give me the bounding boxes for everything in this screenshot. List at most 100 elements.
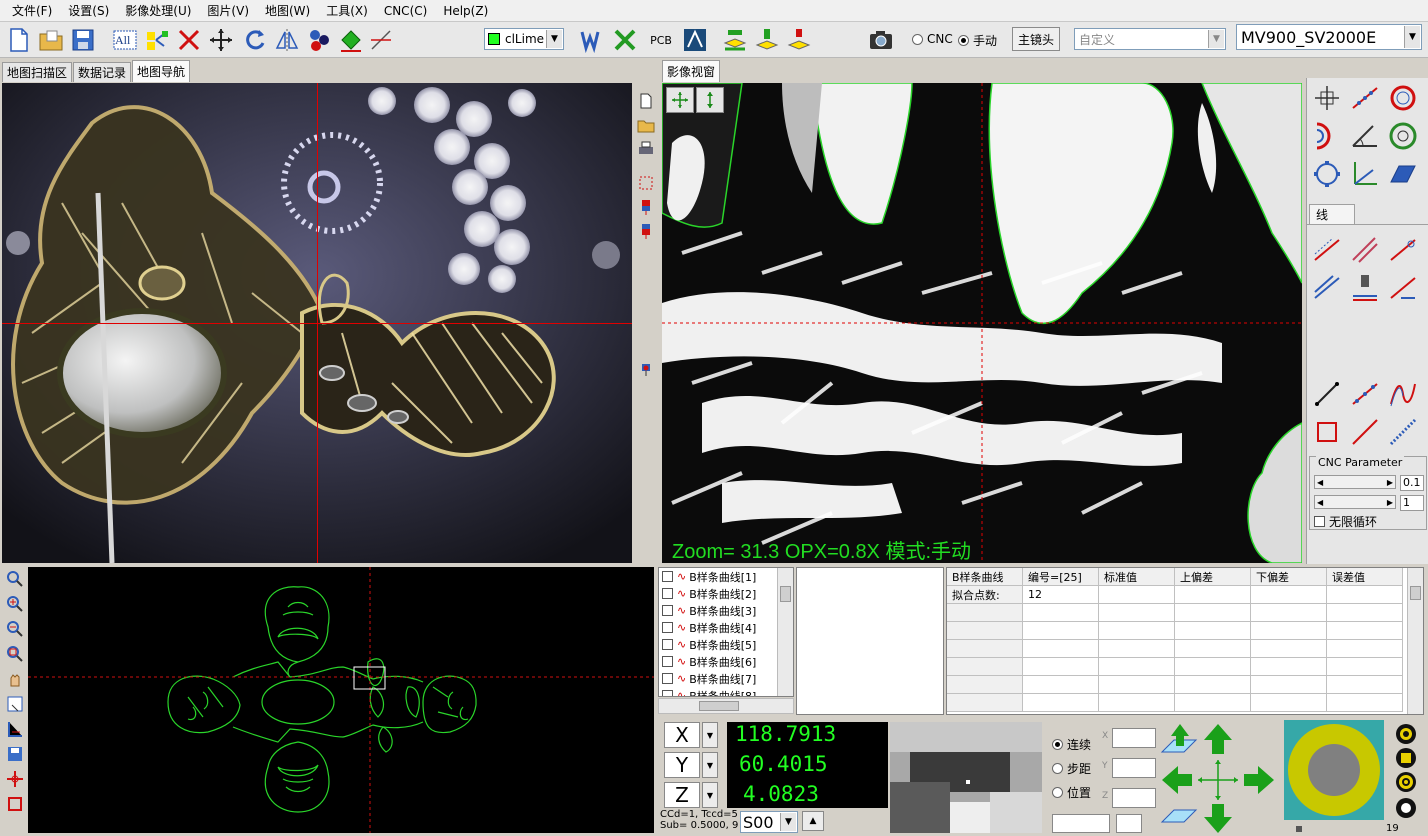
- pan-horizontal-button[interactable]: [666, 87, 694, 113]
- light-ring-control[interactable]: [1284, 720, 1384, 820]
- select-window-button[interactable]: [5, 694, 25, 714]
- tab-image-window[interactable]: 影像视窗: [662, 60, 721, 82]
- pcb-button[interactable]: PCB: [646, 27, 676, 53]
- scroll-thumb[interactable]: [780, 586, 791, 602]
- tool-plane-button[interactable]: [1385, 156, 1421, 192]
- view-marker-up-button[interactable]: [636, 197, 656, 217]
- move-button[interactable]: [206, 25, 236, 55]
- x-move-field[interactable]: [1112, 728, 1156, 748]
- tool-angle-button[interactable]: [1347, 118, 1383, 154]
- main-head-button[interactable]: 主镜头: [1012, 27, 1060, 51]
- select-all-button[interactable]: All: [110, 25, 140, 55]
- auto-focus-button[interactable]: [680, 25, 710, 55]
- view-new-button[interactable]: [636, 91, 656, 111]
- excel-export-button[interactable]: [610, 25, 640, 55]
- position-radio[interactable]: 位置: [1052, 784, 1091, 801]
- tool-dotted-line-button[interactable]: [1385, 414, 1421, 450]
- tool-probe-line-button[interactable]: [1347, 270, 1383, 306]
- map-camera-view[interactable]: [2, 83, 632, 563]
- view-print-button[interactable]: [636, 139, 656, 159]
- mirror-button[interactable]: [272, 25, 302, 55]
- tool-ellipse-button[interactable]: [1309, 156, 1345, 192]
- menu-settings[interactable]: 设置(S): [60, 2, 117, 19]
- tool-segment-button[interactable]: [1309, 376, 1345, 412]
- list-item[interactable]: ∿ B样条曲线[7]: [659, 670, 793, 687]
- tool-axis-button[interactable]: [1347, 156, 1383, 192]
- bottom-light-button[interactable]: [1394, 770, 1418, 794]
- tool-line-points-button[interactable]: [1347, 80, 1383, 116]
- tool-group-tab[interactable]: 线: [1309, 204, 1355, 224]
- view-rect-button[interactable]: [636, 173, 656, 193]
- tool-spline-button[interactable]: [1385, 376, 1421, 412]
- table-row[interactable]: [947, 658, 1423, 676]
- y-move-field[interactable]: [1112, 758, 1156, 778]
- cnc-radio[interactable]: CNC: [912, 32, 953, 46]
- coaxial-light-button[interactable]: [1394, 746, 1418, 770]
- speed-combo[interactable]: S00 ▼: [740, 811, 798, 833]
- tool-line-d-button[interactable]: [1309, 270, 1345, 306]
- tool-multi-point-button[interactable]: [1347, 376, 1383, 412]
- custom-combo[interactable]: 自定义 ▼: [1074, 28, 1226, 50]
- tab-data-record[interactable]: 数据记录: [73, 62, 132, 82]
- tool-circle-button[interactable]: [1385, 80, 1421, 116]
- continuous-radio[interactable]: 连续: [1052, 736, 1091, 753]
- infinite-loop-checkbox[interactable]: 无限循环: [1314, 513, 1377, 530]
- scroll-thumb[interactable]: [699, 701, 739, 711]
- frame-button[interactable]: [5, 794, 25, 814]
- zoom-in-button[interactable]: [5, 594, 25, 614]
- y-axis-dropdown[interactable]: ▼: [702, 752, 718, 778]
- origin-button[interactable]: [5, 769, 25, 789]
- table-row[interactable]: [947, 604, 1423, 622]
- rotate-button[interactable]: [240, 25, 270, 55]
- step-radio[interactable]: 步距: [1052, 760, 1091, 777]
- step-value-field[interactable]: [1052, 814, 1110, 833]
- menu-file[interactable]: 文件(F): [4, 2, 60, 19]
- image-window[interactable]: Zoom= 31.3 OPX=0.8X 模式:手动: [662, 83, 1302, 563]
- speed-up-button[interactable]: ▲: [802, 811, 824, 831]
- list-item[interactable]: ∿ B样条曲线[1]: [659, 568, 793, 585]
- new-file-button[interactable]: [4, 25, 34, 55]
- tool-line-a-button[interactable]: [1309, 232, 1345, 268]
- cnc-value-2[interactable]: 1: [1400, 495, 1424, 511]
- zoom-fit-button[interactable]: [5, 644, 25, 664]
- tool-rectangle-button[interactable]: [1309, 414, 1345, 450]
- menu-image-processing[interactable]: 影像处理(U): [117, 2, 199, 19]
- z-move-field[interactable]: [1112, 788, 1156, 808]
- list-horizontal-scrollbar[interactable]: [658, 698, 794, 714]
- tool-slant-line-button[interactable]: [1347, 414, 1383, 450]
- table-row[interactable]: 拟合点数: 12: [947, 586, 1423, 604]
- word-export-button[interactable]: [578, 25, 608, 55]
- line-tool-button[interactable]: [366, 25, 396, 55]
- cnc-slider-2[interactable]: ◀ ▶: [1314, 495, 1396, 509]
- camera-button[interactable]: [866, 25, 896, 55]
- save-button[interactable]: [68, 25, 98, 55]
- list-item[interactable]: ∿ B样条曲线[3]: [659, 602, 793, 619]
- z-axis-dropdown[interactable]: ▼: [702, 782, 718, 808]
- group-button[interactable]: [304, 25, 334, 55]
- menu-help[interactable]: Help(Z): [435, 4, 496, 18]
- list-item[interactable]: ∿ B样条曲线[8]: [659, 687, 793, 696]
- list-vertical-scrollbar[interactable]: [777, 568, 793, 696]
- pan-vertical-button[interactable]: [696, 87, 724, 113]
- menu-map[interactable]: 地图(W): [257, 2, 318, 19]
- tool-arc-button[interactable]: [1309, 118, 1345, 154]
- layer-probe-button[interactable]: [752, 25, 782, 55]
- view-locate-button[interactable]: [636, 359, 656, 379]
- tab-map-navigation[interactable]: 地图导航: [132, 60, 191, 82]
- layer-down-button[interactable]: [784, 25, 814, 55]
- cad-outline-view[interactable]: [28, 567, 654, 833]
- zoom-out-button[interactable]: [5, 619, 25, 639]
- color-combo[interactable]: clLime ▼: [484, 28, 564, 50]
- cnc-value-1[interactable]: 0.1: [1400, 475, 1424, 491]
- step-unit-field[interactable]: [1116, 814, 1142, 833]
- view-marker-down-button[interactable]: [636, 221, 656, 241]
- zoom-button[interactable]: [5, 569, 25, 589]
- tool-concentric-button[interactable]: [1385, 118, 1421, 154]
- delete-button[interactable]: [174, 25, 204, 55]
- tool-line-e-button[interactable]: [1385, 270, 1421, 306]
- table-row[interactable]: [947, 676, 1423, 694]
- manual-radio[interactable]: 手动: [958, 32, 997, 49]
- dimension-button[interactable]: [5, 719, 25, 739]
- menu-tools[interactable]: 工具(X): [318, 2, 376, 19]
- menu-cnc[interactable]: CNC(C): [376, 4, 435, 18]
